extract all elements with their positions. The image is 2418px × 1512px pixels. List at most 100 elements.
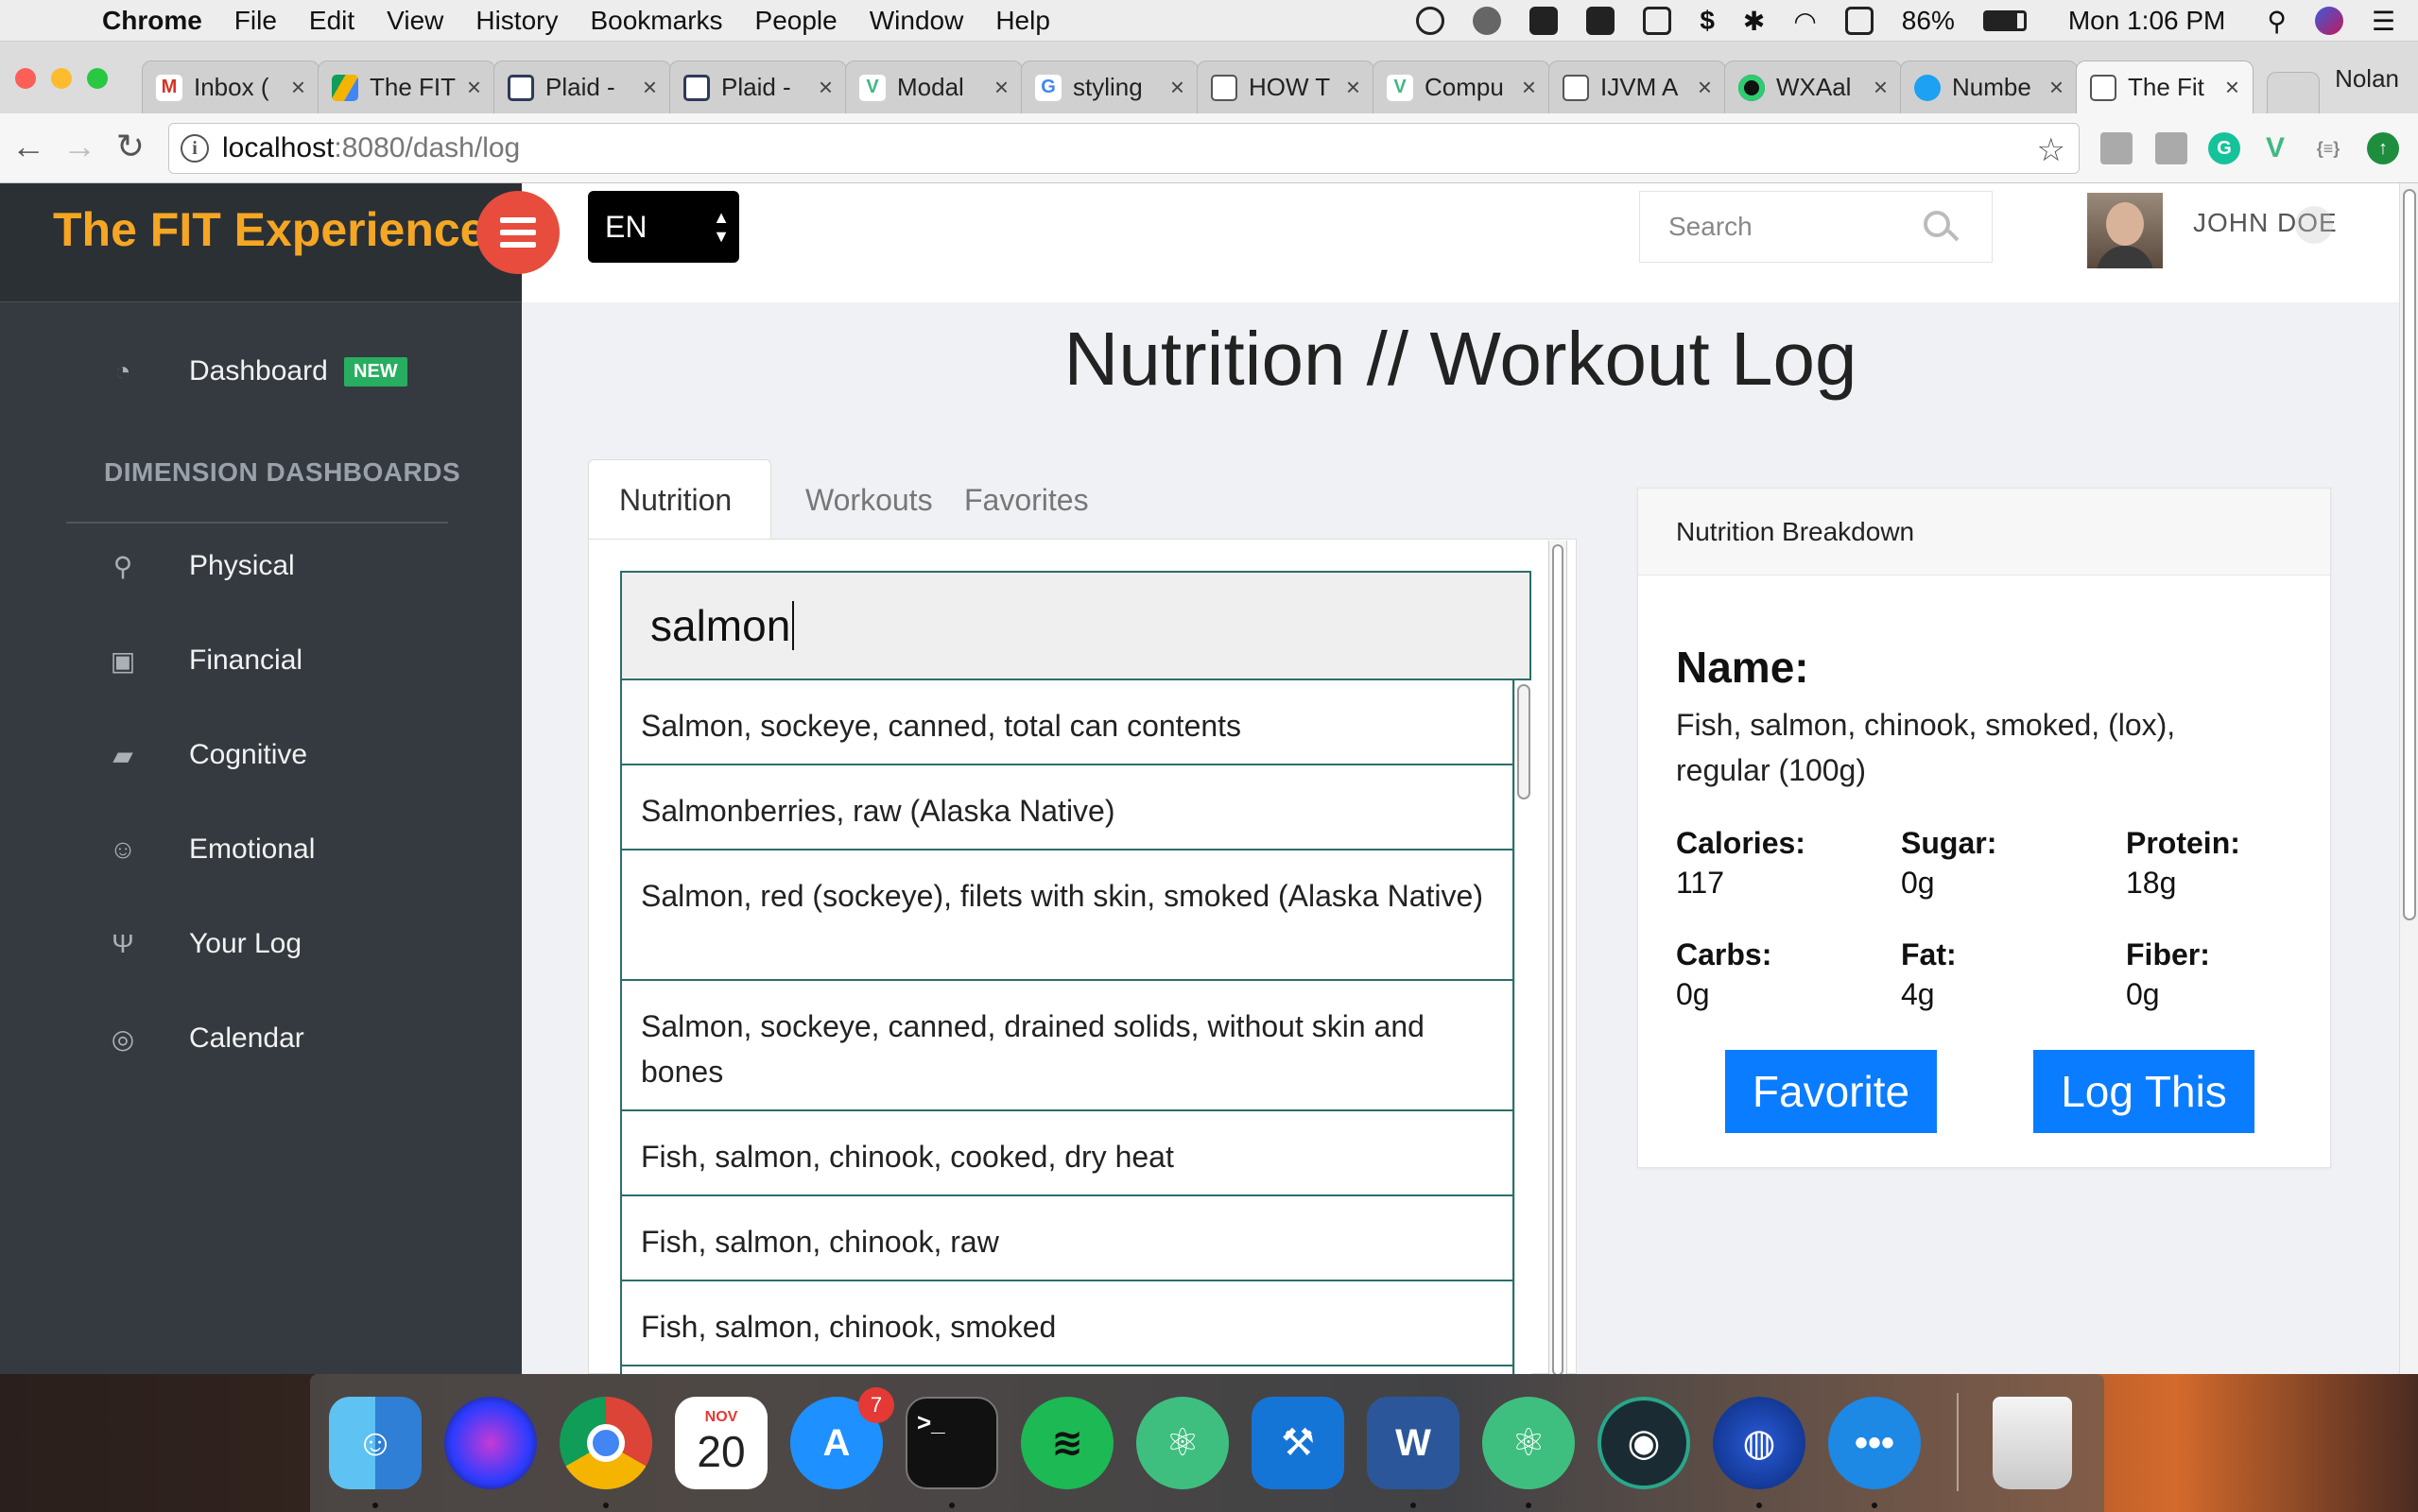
result-item[interactable]: Fish, salmon, chinook, raw (620, 1196, 1514, 1281)
log-this-button[interactable]: Log This (2033, 1050, 2254, 1133)
menu-view[interactable]: View (387, 6, 443, 36)
result-item[interactable]: Fish, salmon, chinook, smoked (620, 1281, 1514, 1366)
close-icon[interactable]: × (1522, 73, 1536, 102)
finder-icon[interactable]: ☺ (329, 1397, 422, 1489)
atom-icon[interactable]: ⚛ (1482, 1397, 1575, 1489)
menu-clock[interactable]: Mon 1:06 PM (2068, 6, 2226, 36)
window-zoom-button[interactable] (87, 68, 108, 89)
menu-app-name[interactable]: Chrome (102, 6, 202, 36)
menu-edit[interactable]: Edit (309, 6, 354, 36)
status-bookmark-icon[interactable] (1586, 7, 1615, 35)
info-icon[interactable]: i (181, 134, 209, 163)
messages-icon[interactable]: ••• (1828, 1397, 1921, 1489)
browser-tab[interactable]: WXAal × (1724, 60, 1902, 113)
menu-window[interactable]: Window (870, 6, 964, 36)
menu-people[interactable]: People (755, 6, 838, 36)
pane-scrollbar[interactable] (1548, 541, 1567, 1376)
sidebar-item-your-log[interactable]: Ψ Your Log (0, 911, 522, 977)
sidebar-item-physical[interactable]: ⚲ Physical (0, 533, 522, 599)
grammarly-icon[interactable]: G (2208, 132, 2240, 164)
result-item[interactable]: Fish, salmon, chinook, cooked, dry heat (620, 1111, 1514, 1196)
close-icon[interactable]: × (2049, 73, 2064, 102)
dollar-icon[interactable]: $ (1700, 6, 1715, 36)
menu-help[interactable]: Help (995, 6, 1050, 36)
notification-center-icon[interactable]: ☰ (2372, 6, 2395, 37)
browser-tab[interactable]: Plaid - × (493, 60, 671, 113)
back-arrow-icon[interactable]: ← (8, 127, 49, 166)
terminal-icon[interactable]: >_ (906, 1397, 998, 1489)
close-icon[interactable]: × (467, 73, 481, 102)
sidebar-item-calendar[interactable]: ◎ Calendar (0, 1005, 522, 1072)
extension-app-icon[interactable] (2155, 132, 2187, 164)
close-icon[interactable]: × (1698, 73, 1712, 102)
sidebar-item-cognitive[interactable]: ▰ Cognitive (0, 722, 522, 788)
menu-history[interactable]: History (475, 6, 558, 36)
bluetooth-icon[interactable]: ✱ (1743, 6, 1765, 37)
new-tab-button[interactable] (2267, 72, 2320, 113)
spotify-icon[interactable]: ≋ (1021, 1397, 1114, 1489)
tab-nutrition[interactable]: Nutrition (588, 459, 771, 541)
brand-title[interactable]: The FIT Experience (53, 202, 486, 257)
menu-toggle-button[interactable] (476, 191, 560, 274)
word-icon[interactable]: W (1367, 1397, 1459, 1489)
bookmark-star-icon[interactable]: ☆ (2037, 131, 2065, 169)
status-app-icon[interactable] (1416, 7, 1445, 35)
profile-name[interactable]: Nolan (2335, 64, 2399, 94)
window-minimize-button[interactable] (51, 68, 72, 89)
close-icon[interactable]: × (1346, 73, 1360, 102)
gitkraken-icon[interactable]: ◉ (1598, 1397, 1690, 1489)
chrome-icon[interactable] (560, 1397, 652, 1489)
browser-tab[interactable]: V Compu × (1373, 60, 1550, 113)
forward-arrow-icon[interactable]: → (59, 127, 100, 166)
bitbar-icon[interactable] (1529, 7, 1559, 35)
food-search-input[interactable]: salmon (620, 571, 1531, 680)
search-input[interactable]: Search (1639, 191, 1993, 263)
close-icon[interactable]: × (994, 73, 1009, 102)
browser-tab[interactable]: HOW T × (1197, 60, 1374, 113)
siri-icon[interactable] (444, 1397, 537, 1489)
result-item[interactable]: Salmon, red (sockeye), filets with skin,… (620, 850, 1514, 981)
sidebar-item-dashboard[interactable]: ◔ Dashboard NEW (0, 338, 522, 404)
menu-bookmarks[interactable]: Bookmarks (590, 6, 722, 36)
window-close-button[interactable] (15, 68, 36, 89)
browser-tab[interactable]: The FIT × (318, 60, 495, 113)
extension-drive-icon[interactable] (2100, 132, 2133, 164)
close-icon[interactable]: × (1170, 73, 1184, 102)
xcode-icon[interactable]: ⚒ (1252, 1397, 1344, 1489)
close-icon[interactable]: × (1874, 73, 1888, 102)
battery-icon[interactable] (1982, 10, 2027, 31)
status-display-icon[interactable] (1643, 7, 1672, 35)
siri-icon[interactable] (2314, 7, 2343, 35)
calendar-icon[interactable]: NOV 20 (675, 1397, 768, 1489)
search-icon[interactable] (1924, 211, 1950, 237)
user-menu-toggle[interactable] (2295, 206, 2333, 244)
browser-tab[interactable]: V Modal × (845, 60, 1023, 113)
result-item[interactable] (620, 1366, 1514, 1374)
results-scrollbar[interactable] (1514, 680, 1531, 1374)
status-cloud-icon[interactable] (1473, 7, 1502, 35)
tab-favorites[interactable]: Favorites (934, 459, 1119, 541)
wifi-icon[interactable]: ◠ (1793, 6, 1816, 37)
browser-tab[interactable]: Plaid - × (669, 60, 847, 113)
spotlight-search-icon[interactable]: ⚲ (2267, 6, 2287, 37)
firefox-icon[interactable]: ◍ (1713, 1397, 1805, 1489)
airplay-icon[interactable] (1844, 7, 1874, 35)
sidebar-item-financial[interactable]: ▣ Financial (0, 627, 522, 694)
close-icon[interactable]: × (819, 73, 833, 102)
update-arrow-icon[interactable]: ↑ (2367, 132, 2399, 164)
favorite-button[interactable]: Favorite (1725, 1050, 1937, 1133)
sidebar-item-emotional[interactable]: ☺ Emotional (0, 816, 522, 883)
close-icon[interactable]: × (2225, 73, 2239, 102)
browser-tab[interactable]: M Inbox (× (142, 60, 320, 113)
atom-icon[interactable]: ⚛ (1136, 1397, 1229, 1489)
menu-file[interactable]: File (234, 6, 277, 36)
language-select[interactable]: EN ▲ ▼ (588, 191, 739, 263)
result-item[interactable]: Salmonberries, raw (Alaska Native) (620, 765, 1514, 850)
result-item[interactable]: Salmon, sockeye, canned, total can conte… (620, 680, 1514, 765)
page-scrollbar[interactable] (2399, 183, 2418, 1374)
scrollbar-thumb[interactable] (1552, 544, 1563, 1376)
trash-icon[interactable] (1993, 1397, 2072, 1489)
scrollbar-thumb[interactable] (1517, 684, 1530, 799)
vue-devtools-icon[interactable]: V (2259, 132, 2291, 164)
reload-icon[interactable]: ↻ (110, 127, 151, 166)
